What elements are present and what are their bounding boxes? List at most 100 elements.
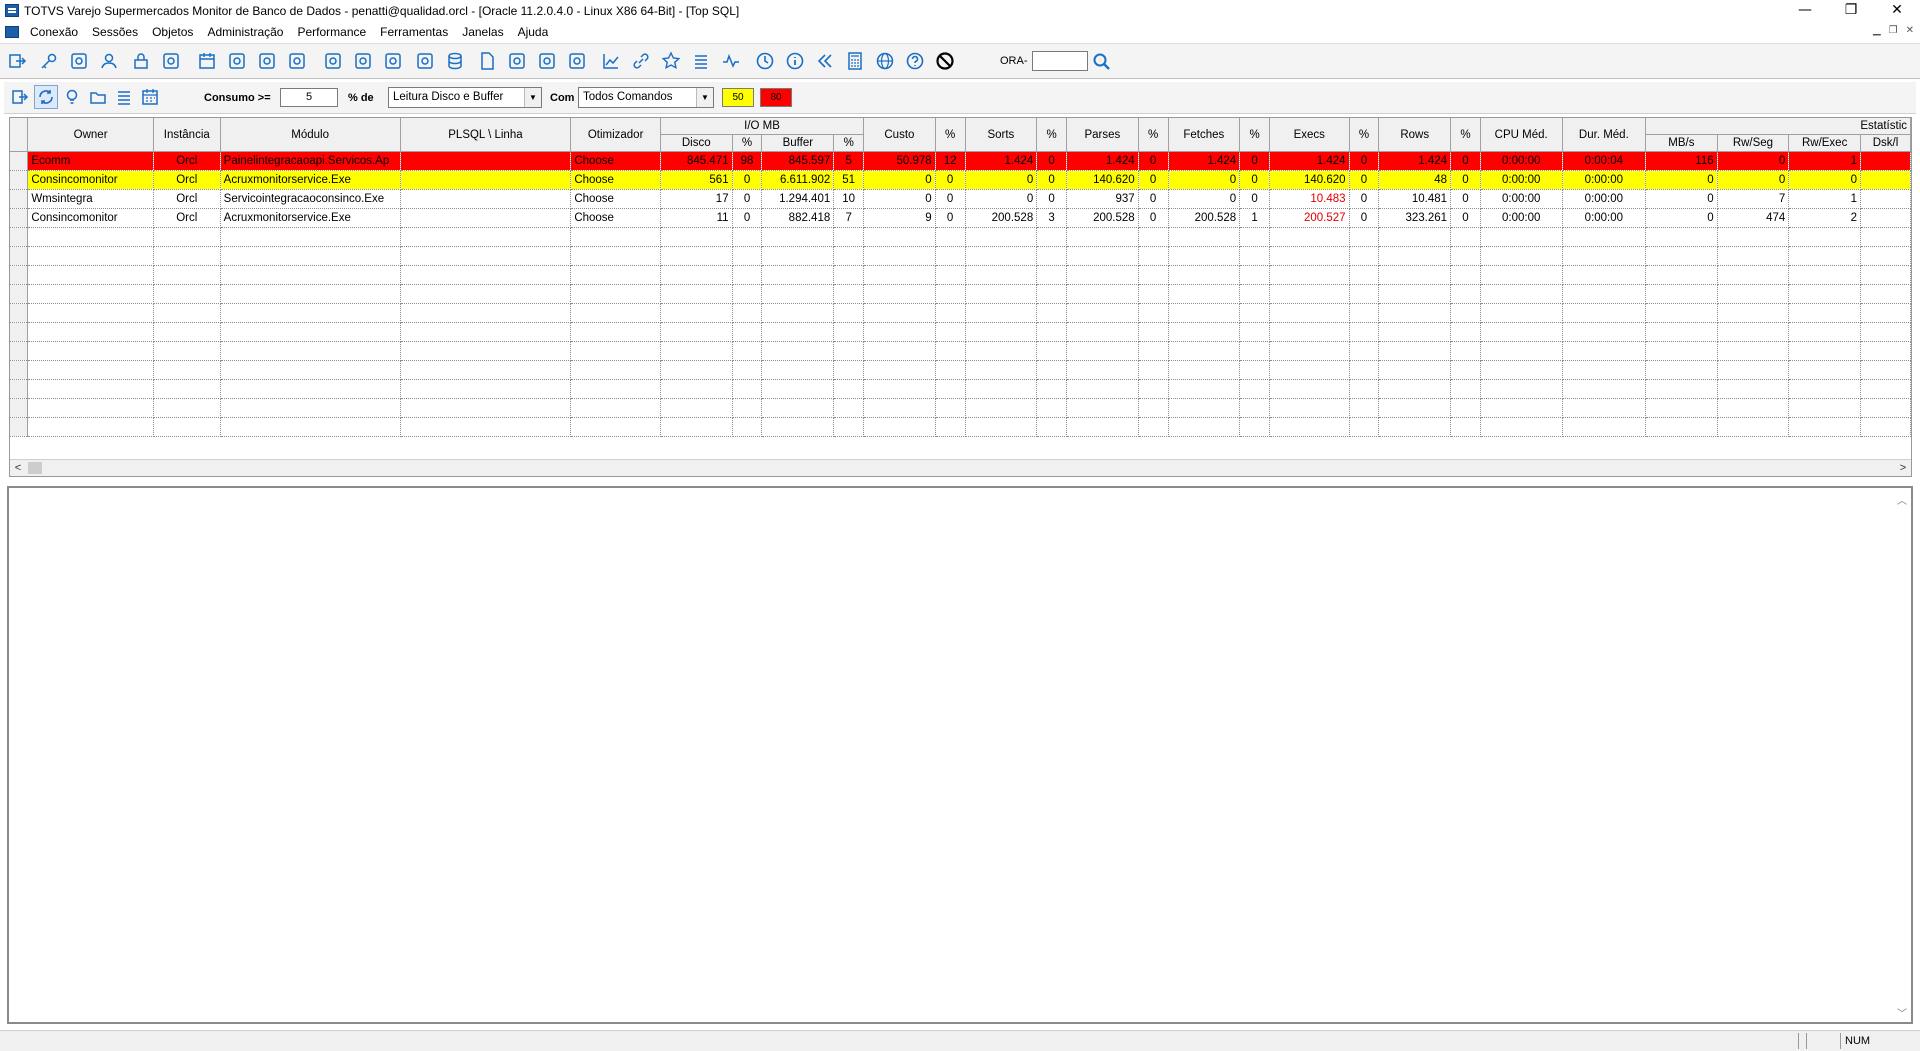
cell-fetches-pct[interactable]: 0 (1239, 170, 1270, 190)
cell-owner[interactable]: Wmsintegra (27, 189, 154, 209)
cell-cpu-med[interactable]: 0:00:00 (1480, 189, 1563, 209)
cell-instancia[interactable]: Orcl (153, 208, 221, 228)
scroll-down-icon[interactable]: ﹀ (1895, 1005, 1909, 1020)
col-custo-pct[interactable]: % (935, 118, 966, 152)
zoom-icon[interactable] (284, 48, 310, 74)
cell-parses-pct[interactable]: 0 (1138, 189, 1169, 209)
cell-dskl[interactable] (1860, 151, 1911, 171)
help-icon[interactable] (902, 48, 928, 74)
cell-instancia[interactable]: Orcl (153, 189, 221, 209)
col-rwexec[interactable]: Rw/Exec (1788, 134, 1861, 152)
comandos-select[interactable]: Todos Comandos ▼ (578, 87, 714, 108)
cell-parses[interactable]: 200.528 (1066, 208, 1139, 228)
cell-owner[interactable]: Ecomm (27, 151, 154, 171)
col-fetches[interactable]: Fetches (1168, 118, 1241, 152)
cell-cpu-med[interactable]: 0:00:00 (1480, 151, 1563, 171)
cell-parses-pct[interactable]: 0 (1138, 170, 1169, 190)
cell-sorts[interactable]: 0 (965, 170, 1038, 190)
menu-performance[interactable]: Performance (297, 25, 366, 39)
cell-disco-pct[interactable]: 98 (732, 151, 763, 171)
calendar-icon[interactable] (194, 48, 220, 74)
calculator-icon[interactable] (842, 48, 868, 74)
exit-icon[interactable] (4, 48, 30, 74)
document-icon[interactable] (474, 48, 500, 74)
chevron-down-icon[interactable]: ▼ (696, 88, 713, 107)
col-modulo[interactable]: Módulo (220, 118, 401, 152)
cell-dur-med[interactable]: 0:00:00 (1562, 170, 1647, 190)
cell-buffer[interactable]: 882.418 (761, 208, 835, 228)
col-fetches-pct[interactable]: % (1239, 118, 1270, 152)
cell-rwexec[interactable]: 2 (1788, 208, 1861, 228)
table-row[interactable]: Ecomm Orcl Painelintegracaoapi.Servicos.Ap… (10, 151, 1911, 171)
lightbulb-icon[interactable] (60, 85, 84, 109)
cell-dskl[interactable] (1860, 170, 1911, 190)
scroll-up-icon[interactable]: ︿ (1895, 492, 1909, 507)
col-buffer[interactable]: Buffer (761, 134, 835, 152)
col-parses-pct[interactable]: % (1138, 118, 1169, 152)
cell-fetches-pct[interactable]: 0 (1239, 151, 1270, 171)
cell-rows[interactable]: 48 (1378, 170, 1452, 190)
cell-plsql[interactable] (400, 189, 572, 209)
close-button[interactable]: ✕ (1874, 0, 1920, 22)
table-row[interactable]: Consincomonitor Orcl Acruxmonitorservice.E… (10, 170, 1911, 190)
info-icon[interactable] (782, 48, 808, 74)
cell-otimizador[interactable]: Choose (570, 170, 661, 190)
box-icon[interactable] (254, 48, 280, 74)
cell-custo[interactable]: 9 (863, 208, 936, 228)
cell-parses[interactable]: 1.424 (1066, 151, 1139, 171)
cell-custo-pct[interactable]: 0 (935, 208, 966, 228)
exit-icon[interactable] (8, 85, 32, 109)
cell-mbs[interactable]: 0 (1645, 189, 1718, 209)
col-custo[interactable]: Custo (863, 118, 936, 152)
cell-disco-pct[interactable]: 0 (732, 170, 763, 190)
cell-sorts-pct[interactable]: 0 (1036, 151, 1068, 171)
col-otimizador[interactable]: Otimizador (570, 118, 661, 152)
cell-dur-med[interactable]: 0:00:04 (1562, 151, 1647, 171)
col-parses[interactable]: Parses (1066, 118, 1139, 152)
cell-mbs[interactable]: 0 (1645, 170, 1718, 190)
cell-modulo[interactable]: Acruxmonitorservice.Exe (220, 170, 401, 190)
cell-fetches-pct[interactable]: 0 (1239, 189, 1270, 209)
cell-parses-pct[interactable]: 0 (1138, 208, 1169, 228)
menu-conexao[interactable]: Conexão (30, 25, 78, 39)
cell-rows[interactable]: 10.481 (1378, 189, 1452, 209)
cell-disco[interactable]: 11 (660, 208, 733, 228)
cell-rwseg[interactable]: 474 (1717, 208, 1790, 228)
user-icon[interactable] (96, 48, 122, 74)
horizontal-scrollbar[interactable]: < > (10, 459, 1911, 476)
cell-custo-pct[interactable]: 0 (935, 189, 966, 209)
calendar-settings-icon[interactable] (224, 48, 250, 74)
cell-otimizador[interactable]: Choose (570, 151, 661, 171)
storage-icon[interactable] (350, 48, 376, 74)
col-execs-pct[interactable]: % (1349, 118, 1380, 152)
copy-icon[interactable] (504, 48, 530, 74)
restore-button[interactable]: ❐ (1828, 0, 1874, 22)
cell-buffer[interactable]: 845.597 (761, 151, 835, 171)
consumo-input[interactable]: 5 (280, 88, 338, 107)
cell-rows-pct[interactable]: 0 (1450, 208, 1481, 228)
scroll-left-icon[interactable]: < (10, 460, 26, 476)
cell-buffer[interactable]: 6.611.902 (761, 170, 835, 190)
report-icon[interactable] (320, 48, 346, 74)
cell-plsql[interactable] (400, 151, 572, 171)
tipo-consumo-select[interactable]: Leitura Disco e Buffer ▼ (388, 87, 542, 108)
cell-fetches[interactable]: 1.424 (1168, 151, 1241, 171)
cell-custo[interactable]: 50.978 (863, 151, 936, 171)
cell-instancia[interactable]: Orcl (153, 170, 221, 190)
globe-icon[interactable] (872, 48, 898, 74)
col-disco-pct[interactable]: % (732, 134, 763, 152)
scroll-thumb[interactable] (28, 462, 42, 474)
table-row[interactable]: Consincomonitor Orcl Acruxmonitorservice.E… (10, 208, 1911, 228)
menu-sessoes[interactable]: Sessões (92, 25, 138, 39)
cell-mbs[interactable]: 0 (1645, 208, 1718, 228)
star-icon[interactable] (658, 48, 684, 74)
cell-dskl[interactable] (1860, 189, 1911, 209)
cell-buffer-pct[interactable]: 51 (833, 170, 865, 190)
col-execs[interactable]: Execs (1269, 118, 1350, 152)
cell-owner[interactable]: Consincomonitor (27, 208, 154, 228)
users-icon[interactable] (412, 48, 438, 74)
butterfly-icon[interactable] (564, 48, 590, 74)
key-icon[interactable] (36, 48, 62, 74)
cell-parses-pct[interactable]: 0 (1138, 151, 1169, 171)
cell-execs-pct[interactable]: 0 (1349, 170, 1380, 190)
